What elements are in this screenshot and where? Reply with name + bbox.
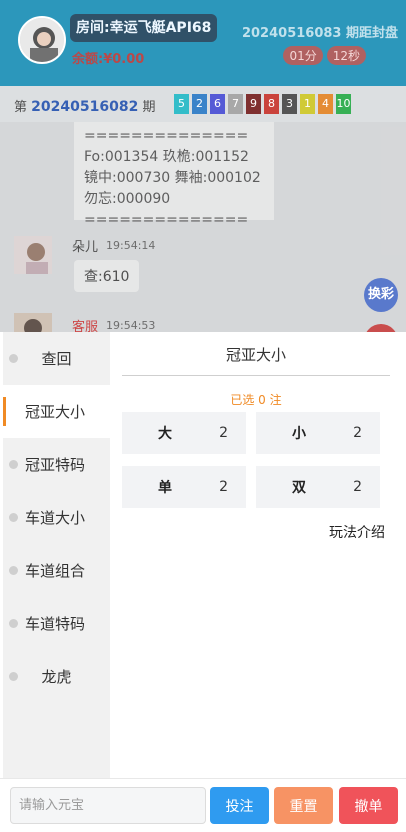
bet-button[interactable]: 投注 [210, 787, 269, 824]
bet-options-panel: 冠亚大小 已选 0 注 大 2 小 2 单 2 双 2 玩法介绍 [110, 332, 403, 778]
option-name: 单 [158, 480, 172, 496]
divider [122, 375, 390, 376]
sidebar-item-lane-special[interactable]: 车道特码 [3, 597, 110, 650]
selected-count: 已选 0 注 [230, 393, 282, 407]
reset-button[interactable]: 重置 [274, 787, 333, 824]
bet-sheet: 查回 冠亚大小 冠亚特码 车道大小 车道组合 车道特码 龙虎 冠亚大小 已选 0… [0, 332, 406, 832]
option-odds: 2 [219, 479, 228, 495]
sidebar-item-lane-combo[interactable]: 车道组合 [3, 544, 110, 597]
sidebar-item-champion-size[interactable]: 冠亚大小 [3, 385, 110, 438]
sidebar-item-label: 冠亚大小 [25, 403, 86, 421]
bullet-icon [9, 513, 18, 522]
option-name: 大 [158, 426, 172, 442]
panel-title: 冠亚大小 [225, 346, 286, 364]
option-name: 双 [292, 480, 306, 496]
bullet-icon [9, 460, 18, 469]
bet-option-odd[interactable]: 单 2 [122, 466, 246, 508]
sidebar-item-champion-special[interactable]: 冠亚特码 [3, 438, 110, 491]
bet-footer: 投注 重置 撤单 [0, 778, 406, 832]
sidebar-item-lane-size[interactable]: 车道大小 [3, 491, 110, 544]
sidebar-item-label: 车道特码 [25, 615, 86, 633]
bet-option-small[interactable]: 小 2 [256, 412, 380, 454]
option-odds: 2 [353, 425, 362, 441]
sidebar-item-label: 查回 [41, 350, 72, 368]
amount-input[interactable] [10, 787, 206, 824]
play-rules-link[interactable]: 玩法介绍 [329, 522, 385, 542]
modal-overlay[interactable] [0, 0, 406, 332]
sidebar-item-query[interactable]: 查回 [3, 332, 110, 385]
sidebar-item-label: 冠亚特码 [25, 456, 86, 474]
option-odds: 2 [353, 479, 362, 495]
sidebar-item-label: 龙虎 [41, 668, 72, 686]
sidebar-item-dragon-tiger[interactable]: 龙虎 [3, 650, 110, 703]
play-category-sidebar: 查回 冠亚大小 冠亚特码 车道大小 车道组合 车道特码 龙虎 [3, 332, 110, 778]
bet-option-big[interactable]: 大 2 [122, 412, 246, 454]
sidebar-item-label: 车道组合 [25, 562, 86, 580]
bullet-icon [9, 619, 18, 628]
option-odds: 2 [219, 425, 228, 441]
option-name: 小 [292, 426, 306, 442]
bullet-icon [9, 566, 18, 575]
bet-option-even[interactable]: 双 2 [256, 466, 380, 508]
cancel-order-button[interactable]: 撤单 [339, 787, 398, 824]
bullet-icon [9, 354, 18, 363]
bullet-icon [9, 672, 18, 681]
sidebar-item-label: 车道大小 [25, 509, 86, 527]
